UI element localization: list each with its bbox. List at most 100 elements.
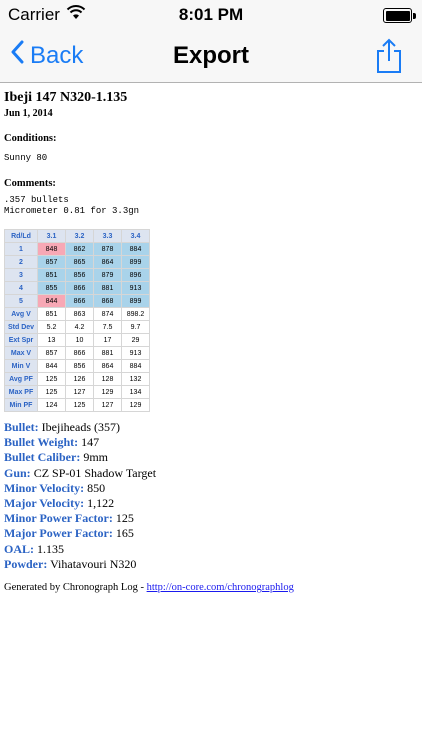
row-label: 5	[4, 294, 38, 308]
table-cell: 879	[93, 268, 122, 282]
spec-line: Gun: CZ SP-01 Shadow Target	[4, 466, 418, 481]
spec-key: Minor Power Factor:	[4, 511, 113, 526]
table-cell: 857	[37, 255, 66, 269]
spec-line: Major Power Factor: 165	[4, 526, 418, 541]
battery-icon	[383, 8, 416, 23]
table-row: Min PF 124 125 127 129	[4, 398, 150, 412]
spec-value: 1.135	[34, 541, 64, 556]
table-column-header: 3.2	[65, 229, 94, 243]
row-label: 2	[4, 255, 38, 269]
spec-key: Powder:	[4, 556, 48, 571]
share-icon	[376, 38, 402, 78]
load-specs: Bullet: Ibejiheads (357) Bullet Weight: 1…	[4, 420, 418, 572]
spec-value: Vihatavouri N320	[47, 556, 137, 571]
spec-value: 850	[84, 480, 106, 495]
table-cell: 864	[93, 359, 122, 373]
velocity-table: Rd/Ld 3.1 3.2 3.3 3.4 1 848 862 878 884 2 857 865 864…	[4, 229, 150, 412]
chronograph-log-link[interactable]: http://on-core.com/chronographlog	[147, 582, 294, 593]
table-cell: 884	[121, 242, 150, 256]
table-cell: 868	[93, 294, 122, 308]
table-cell: 124	[37, 398, 66, 412]
table-cell: 864	[93, 255, 122, 269]
row-label: Min PF	[4, 398, 38, 412]
table-cell: 134	[121, 385, 150, 399]
table-column-header: 3.4	[121, 229, 150, 243]
table-cell: 899	[121, 255, 150, 269]
table-cell: 851	[37, 307, 66, 321]
table-column-header: 3.1	[37, 229, 66, 243]
table-cell: 855	[37, 281, 66, 295]
table-cell: 132	[121, 372, 150, 386]
table-cell: 851	[37, 268, 66, 282]
spec-value: Ibejiheads (357)	[38, 420, 120, 434]
spec-value: 1,122	[84, 496, 115, 511]
table-cell: 127	[93, 398, 122, 412]
spec-line: Bullet: Ibejiheads (357)	[4, 420, 418, 435]
table-cell: 863	[65, 307, 94, 321]
table-row: 5 844 866 868 899	[4, 294, 150, 308]
comments-text: .357 bullets Micrometer 0.81 for 3.3gn	[4, 195, 418, 217]
table-cell: 884	[121, 359, 150, 373]
row-label: Avg V	[4, 307, 38, 321]
table-row: 1 848 862 878 884	[4, 242, 150, 256]
table-cell: 128	[93, 372, 122, 386]
export-document: Ibeji 147 N320-1.135 Jun 1, 2014 Conditi…	[4, 90, 418, 593]
table-row: 4 855 866 881 913	[4, 281, 150, 295]
table-cell: 125	[37, 385, 66, 399]
table-cell: 125	[65, 398, 94, 412]
spec-line: Major Velocity: 1,122	[4, 496, 418, 511]
row-label: Ext Spr	[4, 333, 38, 347]
share-button[interactable]	[376, 38, 402, 79]
table-cell: 29	[121, 333, 150, 347]
table-cell: 848	[37, 242, 66, 256]
table-cell: 857	[37, 346, 66, 360]
spec-line: Powder: Vihatavouri N320	[4, 557, 418, 572]
document-date: Jun 1, 2014	[4, 108, 53, 119]
row-label: 4	[4, 281, 38, 295]
spec-value: 165	[112, 526, 134, 541]
table-cell: 856	[65, 268, 94, 282]
document-title: Ibeji 147 N320-1.135	[4, 90, 128, 105]
spec-value: 147	[78, 435, 100, 450]
navigation-bar: Back Export	[0, 30, 422, 83]
table-cell: 5.2	[37, 320, 66, 334]
page-title: Export	[172, 42, 249, 69]
table-cell: 126	[65, 372, 94, 386]
spec-key: Bullet Caliber:	[4, 450, 81, 465]
spec-key: Bullet Weight:	[4, 435, 79, 450]
table-row: Min V 844 856 864 884	[4, 359, 150, 373]
table-cell: 881	[93, 346, 122, 360]
table-row: Ext Spr 13 10 17 29	[4, 333, 150, 347]
comment-line: Micrometer 0.81 for 3.3gn	[4, 206, 140, 216]
spec-key: Major Velocity:	[4, 496, 85, 511]
table-cell: 874	[93, 307, 122, 321]
table-corner-header: Rd/Ld	[4, 229, 38, 243]
table-row: Max V 857 866 881 913	[4, 346, 150, 360]
spec-key: Minor Velocity:	[4, 480, 85, 495]
spec-key: Gun:	[4, 465, 31, 480]
table-cell: 9.7	[121, 320, 150, 334]
table-cell: 17	[93, 333, 122, 347]
table-cell: 125	[37, 372, 66, 386]
generated-by-text: Generated by Chronograph Log -	[4, 582, 147, 594]
row-label: Max PF	[4, 385, 38, 399]
table-cell: 899	[121, 294, 150, 308]
row-label: Avg PF	[4, 372, 38, 386]
table-cell: 866	[65, 346, 94, 360]
spec-line: Bullet Weight: 147	[4, 435, 418, 450]
row-label: 3	[4, 268, 38, 282]
table-row: 2 857 865 864 899	[4, 255, 150, 269]
table-cell: 844	[37, 294, 66, 308]
spec-key: OAL:	[4, 541, 34, 556]
conditions-label: Conditions:	[4, 133, 57, 144]
spec-line: Bullet Caliber: 9mm	[4, 450, 418, 465]
comments-label: Comments:	[4, 178, 56, 189]
table-cell: 913	[121, 346, 150, 360]
spec-line: OAL: 1.135	[4, 542, 418, 557]
spec-key: Major Power Factor:	[4, 526, 113, 541]
table-cell: 856	[65, 359, 94, 373]
table-cell: 866	[65, 294, 94, 308]
table-cell: 881	[93, 281, 122, 295]
comment-line: .357 bullets	[4, 195, 69, 205]
table-row: Max PF 125 127 129 134	[4, 385, 150, 399]
